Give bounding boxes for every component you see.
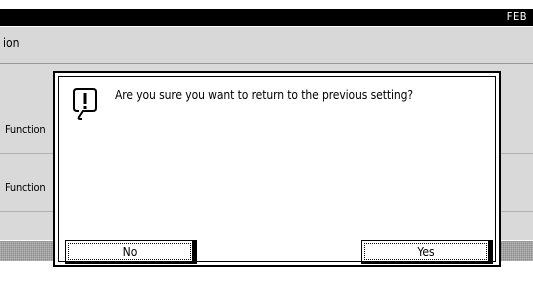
dialog-frame <box>58 76 496 262</box>
background-header: ion <box>0 27 533 64</box>
top-status-bar: FEB <box>0 9 533 26</box>
confirm-dialog: Are you sure you want to return to the p… <box>53 71 501 267</box>
screen: FEB ion Function Function Are you sure y… <box>0 0 533 284</box>
yes-button[interactable]: Yes <box>361 240 491 264</box>
alert-icon <box>73 88 97 120</box>
background-label-function-2: Function <box>5 181 46 194</box>
background-label-function-1: Function <box>5 123 46 136</box>
yes-button-label: Yes <box>417 245 435 259</box>
status-text: FEB <box>506 10 527 23</box>
no-button-label: No <box>122 245 138 259</box>
no-button[interactable]: No <box>65 240 195 264</box>
background-title: ion <box>3 36 20 50</box>
dialog-message: Are you sure you want to return to the p… <box>115 88 413 102</box>
